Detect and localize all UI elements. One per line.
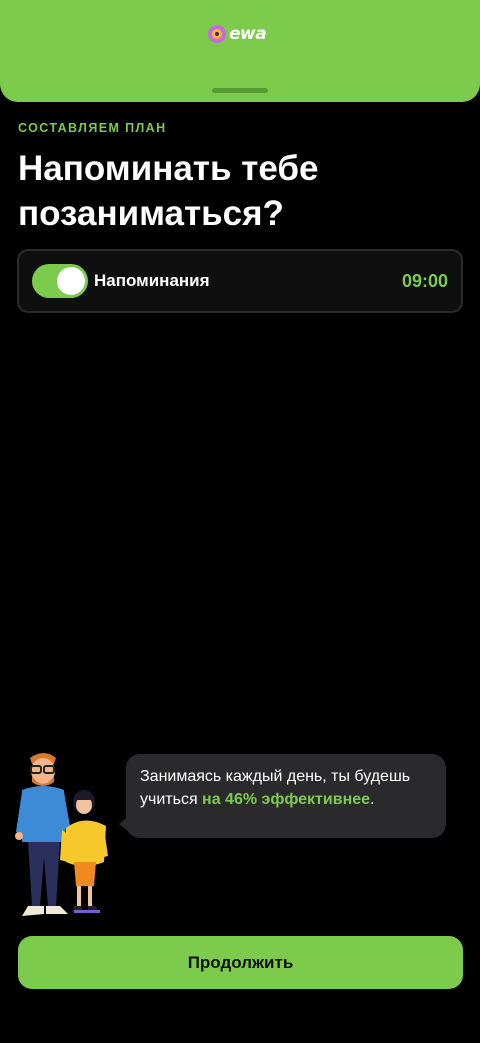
reminder-time[interactable]: 09:00 bbox=[402, 271, 448, 292]
page-title: Напоминать тебе позаниматься? bbox=[18, 149, 319, 233]
top-sheet: ewa bbox=[0, 0, 480, 102]
reminder-label: Напоминания bbox=[94, 271, 210, 290]
tip-text-after: . bbox=[370, 791, 375, 808]
sheet-handle[interactable] bbox=[212, 88, 268, 93]
app-logo: ewa bbox=[208, 24, 267, 44]
tip-text: Занимаясь каждый день, ты будешь учиться… bbox=[140, 765, 432, 811]
girl-illustration bbox=[60, 790, 108, 913]
toggle-knob bbox=[57, 267, 85, 295]
tip-highlight: на 46% эффективнее bbox=[202, 791, 371, 808]
logo-icon bbox=[208, 25, 226, 43]
tip-bubble: Занимаясь каждый день, ты будешь учиться… bbox=[119, 754, 446, 838]
reminder-toggle[interactable] bbox=[32, 264, 88, 298]
reminder-card[interactable]: Напоминания 09:00 bbox=[17, 249, 463, 313]
characters-illustration bbox=[15, 753, 108, 916]
logo-text: ewa bbox=[229, 24, 267, 44]
step-eyebrow: СОСТАВЛЯЕМ ПЛАН bbox=[18, 121, 167, 135]
bubble-tail bbox=[119, 816, 129, 832]
continue-button[interactable]: Продолжить bbox=[18, 936, 463, 989]
